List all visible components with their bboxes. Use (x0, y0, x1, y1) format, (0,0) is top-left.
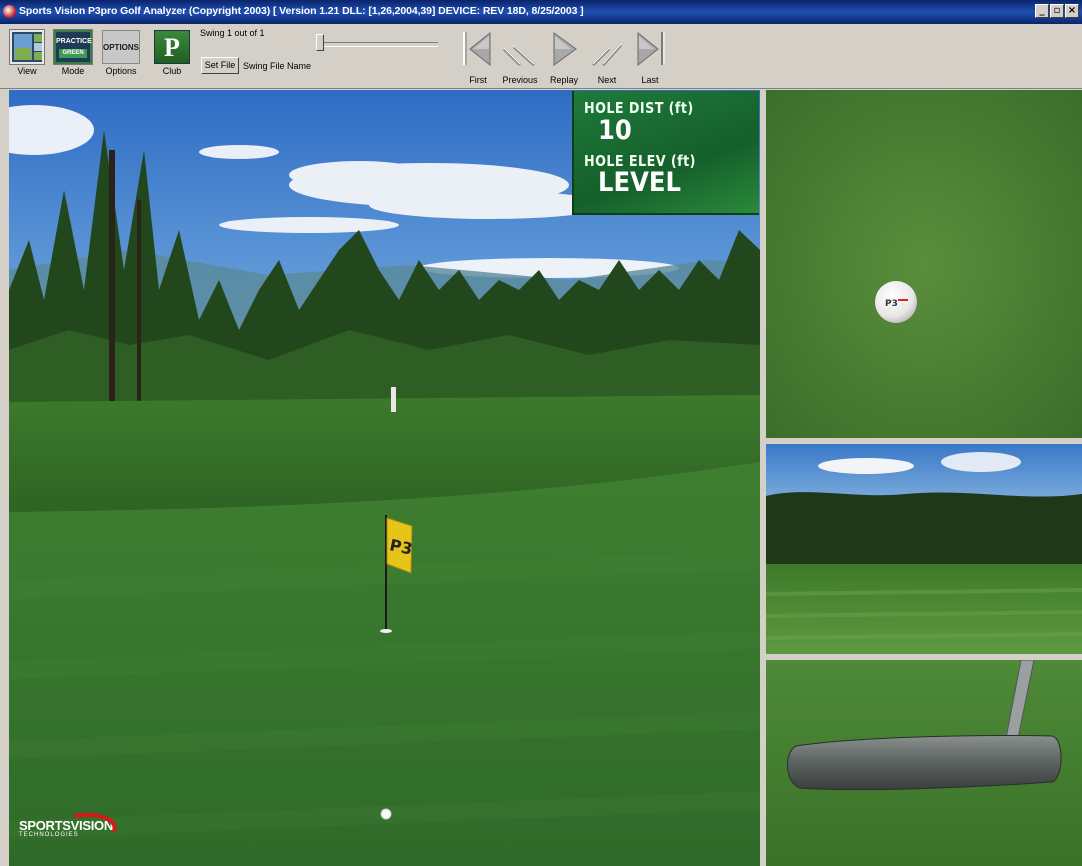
first-icon (463, 31, 491, 67)
window-controls: _ ▫ × (1035, 4, 1079, 18)
toolbar: View PRACTICE GREEN Mode OPTIONS Options… (0, 24, 1082, 89)
previous-icon (502, 45, 536, 67)
last-icon (637, 31, 665, 67)
ball-closeup-scene: P3 (766, 90, 1082, 438)
mode-label: Mode (61, 66, 85, 76)
swing-slider-thumb[interactable] (316, 34, 324, 51)
mode-icon-text: PRACTICE (56, 38, 92, 45)
options-tool[interactable]: OPTIONS Options (101, 30, 141, 76)
main-3d-view[interactable]: P3 HOLE DIST (ft) 10 HOLE ELEV (ft) LEVE… (9, 90, 760, 866)
swing-slider-track[interactable] (320, 42, 438, 47)
title-bar: Sports Vision P3pro Golf Analyzer (Copyr… (0, 0, 1082, 24)
close-button[interactable]: × (1065, 4, 1079, 18)
last-button[interactable]: Last (630, 29, 670, 85)
swing-counter: Swing 1 out of 1 (200, 28, 265, 38)
mode-tool[interactable]: PRACTICE GREEN Mode (53, 29, 93, 76)
logo-swoosh (73, 813, 117, 833)
set-file-button[interactable]: Set File (201, 57, 239, 74)
hole-elev-value: LEVEL (598, 167, 681, 198)
hole-dist-value: 10 (598, 115, 632, 146)
view-tool[interactable]: View (9, 29, 45, 76)
swing-file-name: Swing File Name (243, 61, 312, 71)
replay-button[interactable]: Replay (544, 29, 584, 85)
ball-closeup-view[interactable]: P3 (766, 90, 1082, 438)
downrange-scene (766, 444, 1082, 654)
next-label: Next (597, 75, 617, 85)
next-button[interactable]: Next (587, 29, 627, 85)
maximize-button[interactable]: ▫ (1050, 4, 1064, 18)
golf-ball[interactable] (380, 808, 392, 820)
first-button[interactable]: First (458, 29, 498, 85)
first-label: First (469, 75, 487, 85)
mode-icon-subtext: GREEN (59, 49, 87, 58)
app-icon[interactable] (3, 5, 16, 18)
options-label: Options (105, 66, 137, 76)
window-title: Sports Vision P3pro Golf Analyzer (Copyr… (19, 5, 584, 17)
next-icon (591, 43, 623, 67)
sportsvision-logo: SPORTSVISION TECHNOLOGIES (19, 813, 117, 838)
replay-label: Replay (549, 75, 578, 85)
club-tool[interactable]: P Club (153, 30, 191, 76)
hole-info-hud: HOLE DIST (ft) 10 HOLE ELEV (ft) LEVEL (572, 91, 759, 215)
minimize-button[interactable]: _ (1035, 4, 1049, 18)
previous-label: Previous (502, 75, 538, 85)
cup (380, 629, 392, 633)
practice-green-icon[interactable]: PRACTICE GREEN (53, 29, 93, 65)
distance-marker (391, 387, 396, 412)
putter-scene (766, 660, 1082, 866)
putter-club-icon[interactable]: P (154, 30, 190, 64)
view-layout-icon[interactable] (9, 29, 45, 65)
replay-icon (553, 32, 577, 66)
putter-view[interactable] (766, 660, 1082, 866)
last-label: Last (641, 75, 659, 85)
putter-head (787, 734, 1062, 791)
options-icon[interactable]: OPTIONS (102, 30, 140, 64)
previous-button[interactable]: Previous (500, 29, 540, 85)
ball-logo: P3 (885, 299, 898, 309)
downrange-view[interactable] (766, 444, 1082, 654)
view-label: View (17, 66, 37, 76)
club-label: Club (162, 66, 182, 76)
